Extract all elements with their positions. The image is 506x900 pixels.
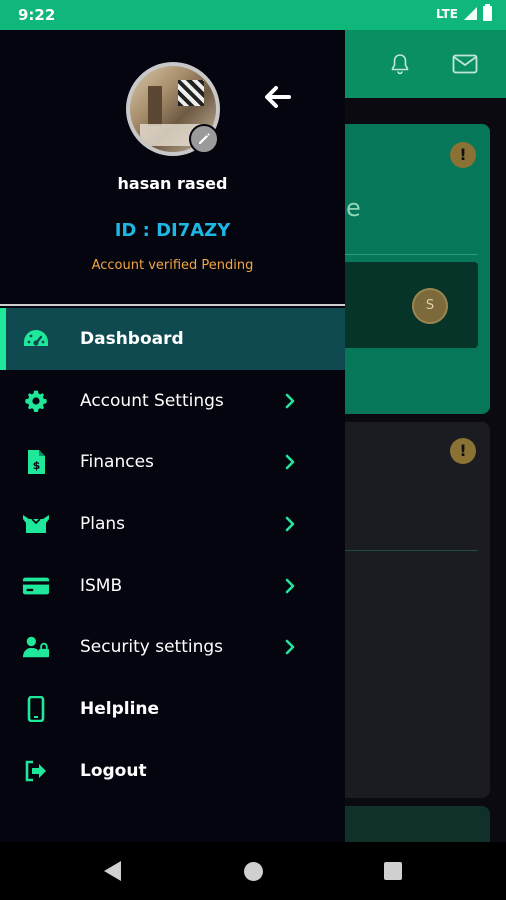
menu-label: Logout: [80, 760, 147, 781]
menu-label: Plans: [80, 513, 126, 534]
menu-item-account-settings[interactable]: Account Settings: [0, 370, 345, 432]
nav-back-icon[interactable]: [104, 861, 121, 881]
sign-out-icon: [22, 759, 50, 783]
menu-item-ismb[interactable]: ISMB: [0, 555, 345, 617]
background-divider: [330, 254, 478, 255]
user-id: ID : DI7AZY: [114, 220, 231, 241]
pencil-icon: [199, 133, 210, 144]
menu-item-logout[interactable]: Logout: [0, 740, 345, 802]
background-card-inner: [330, 262, 478, 348]
dashboard-gauge-icon: [22, 327, 50, 351]
coin-icon: S: [412, 288, 448, 324]
mail-icon[interactable]: [452, 54, 478, 74]
status-indicators: LTE: [435, 4, 492, 21]
nav-home-icon[interactable]: [244, 862, 263, 881]
verification-status: Account verified Pending: [91, 258, 254, 273]
chevron-right-icon: [285, 516, 295, 532]
background-partial-text: e: [346, 194, 361, 222]
background-divider: [330, 550, 478, 551]
menu-item-dashboard[interactable]: Dashboard: [0, 308, 345, 370]
gear-icon: [22, 389, 50, 413]
menu-item-plans[interactable]: Plans: [0, 493, 345, 555]
user-lock-icon: [22, 635, 50, 659]
warning-icon: !: [450, 438, 476, 464]
box-icon: [22, 512, 50, 536]
menu-label: Dashboard: [80, 328, 184, 349]
drawer-menu: Dashboard Account Settings $ Finances Pl…: [0, 308, 345, 802]
menu-item-security-settings[interactable]: Security settings: [0, 616, 345, 678]
drawer-divider: [0, 304, 345, 306]
user-name: hasan rased: [117, 174, 228, 193]
menu-label: Helpline: [80, 698, 160, 719]
chevron-right-icon: [285, 454, 295, 470]
navigation-drawer: hasan rased ID : DI7AZY Account verified…: [0, 30, 345, 842]
menu-label: Finances: [80, 452, 154, 473]
chevron-right-icon: [285, 639, 295, 655]
warning-icon: !: [450, 142, 476, 168]
signal-icon: [464, 7, 477, 20]
status-time: 9:22: [18, 6, 56, 24]
system-nav-bar: [0, 842, 506, 900]
chevron-right-icon: [285, 393, 295, 408]
menu-item-helpline[interactable]: Helpline: [0, 678, 345, 740]
chevron-right-icon: [285, 578, 295, 593]
menu-label: ISMB: [80, 575, 123, 596]
menu-item-finances[interactable]: $ Finances: [0, 431, 345, 493]
network-type: LTE: [435, 6, 458, 21]
credit-card-icon: [22, 574, 50, 598]
status-bar: 9:22 LTE: [0, 0, 506, 30]
battery-icon: [483, 4, 492, 21]
bell-icon[interactable]: [388, 52, 412, 76]
menu-label: Security settings: [80, 637, 224, 658]
svg-text:$: $: [33, 459, 41, 472]
phone-icon: [22, 695, 50, 722]
invoice-dollar-icon: $: [22, 450, 50, 475]
edit-avatar-button[interactable]: [189, 124, 219, 154]
nav-recent-apps-icon[interactable]: [384, 862, 402, 880]
menu-label: Account Settings: [80, 390, 224, 411]
back-arrow-icon[interactable]: [262, 84, 292, 110]
